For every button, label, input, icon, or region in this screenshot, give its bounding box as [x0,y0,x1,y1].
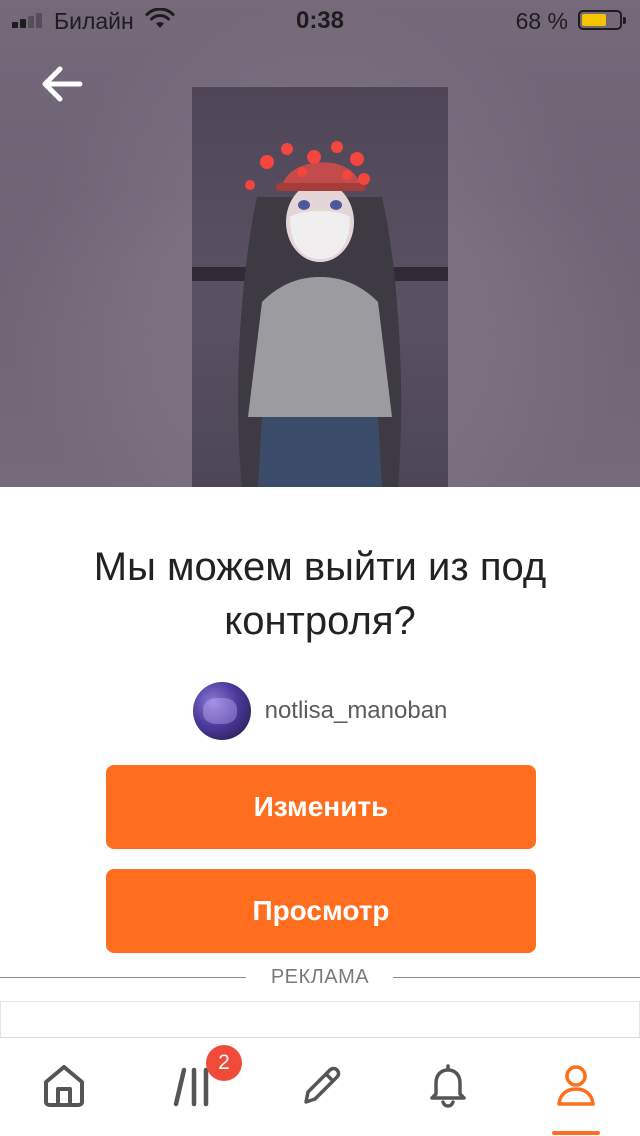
library-badge: 2 [206,1045,242,1081]
battery-icon [578,10,626,30]
ad-divider: РЕКЛАМА [0,964,640,990]
author-name[interactable]: notlisa_manoban [265,697,448,725]
view-button[interactable]: Просмотр [106,869,536,953]
story-cover-image [192,87,448,487]
ad-container[interactable] [0,1001,640,1037]
bottom-tab-bar: 2 [0,1037,640,1136]
cover-background: Билайн 0:38 68 % [0,0,640,487]
pencil-icon [304,1066,341,1104]
tab-profile[interactable] [512,1038,640,1136]
divider-line-right [393,977,640,978]
home-icon [44,1065,84,1107]
profile-icon [557,1065,595,1106]
status-bar: Билайн 0:38 68 % [0,0,640,40]
active-tab-indicator [552,1131,600,1135]
back-arrow-icon[interactable] [36,60,90,108]
avatar[interactable] [192,682,251,740]
tab-write[interactable] [256,1038,384,1136]
bell-icon [430,1064,466,1108]
edit-button[interactable]: Изменить [106,765,536,849]
author-row[interactable]: notlisa_manoban [0,682,640,740]
story-title: Мы можем выйти из под контроля? [93,545,547,643]
tab-library[interactable]: 2 [128,1038,256,1136]
tab-notifications[interactable] [384,1038,512,1136]
tab-home[interactable] [0,1038,128,1136]
battery-percent: 68 % [515,8,568,34]
